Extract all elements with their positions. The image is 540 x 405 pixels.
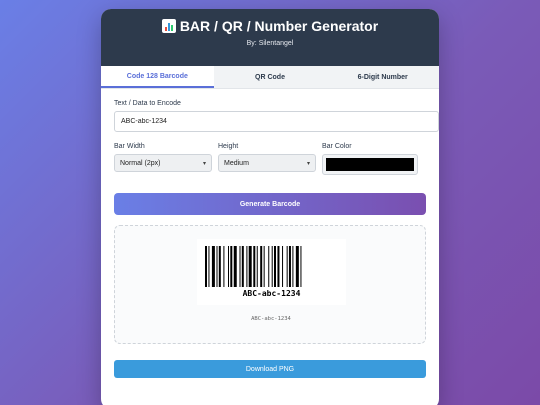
bar-width-label: Bar Width [114,143,145,150]
barcode-bar [228,246,229,287]
barcode-image: ABC-abc-1234 [197,239,346,305]
barcode-bar [208,246,210,287]
barcode-bar [211,246,215,287]
bar-width-group: Bar Width Normal (2px) ▾ [114,143,218,175]
barcode-bar [253,246,256,287]
bar-chart-icon [161,19,176,33]
generate-barcode-button[interactable]: Generate Barcode [114,193,426,215]
barcode-bar [239,246,241,287]
download-png-button[interactable]: Download PNG [114,360,426,378]
barcode-bar [274,246,276,287]
barcode-bar [282,246,284,287]
options-row: Bar Width Normal (2px) ▾ Height Medium ▾… [114,143,426,175]
barcode-text: ABC-abc-1234 [242,289,301,298]
tab-6-digit-number[interactable]: 6-Digit Number [326,66,439,88]
barcode-bar [205,246,207,287]
bar-color-label: Bar Color [322,143,352,150]
barcode-bar [300,246,302,287]
barcode-preview: ABC-abc-1234 ABC-abc-1234 [114,225,426,344]
barcode-bar [268,246,270,287]
tab-qr-code[interactable]: QR Code [214,66,327,88]
barcode-bar [288,246,291,287]
barcode-bar [256,246,258,287]
barcode-bar [230,246,233,287]
bar-width-select[interactable]: Normal (2px) ▾ [114,154,212,172]
barcode-bar [277,246,280,287]
bar-color-group: Bar Color [322,143,426,175]
bar-color-picker[interactable] [322,154,418,175]
tab-code128[interactable]: Code 128 Barcode [101,66,214,88]
height-value: Medium [224,159,249,167]
barcode-bar [295,246,299,287]
barcode-bars [205,246,302,287]
text-input[interactable] [114,111,439,132]
byline: By: Silentangel [246,40,294,47]
generator-card: BAR / QR / Number Generator By: Silentan… [101,9,439,405]
barcode-bar [260,246,263,287]
barcode-bar [248,246,252,287]
barcode-bar [216,246,218,287]
chevron-down-icon: ▾ [202,160,206,167]
bar-color-swatch [326,158,414,171]
app-header: BAR / QR / Number Generator By: Silentan… [101,9,439,66]
barcode-bar [218,246,221,287]
barcode-bar [223,246,225,287]
chevron-down-icon: ▾ [306,160,310,167]
barcode-bar [241,246,244,287]
height-select[interactable]: Medium ▾ [218,154,316,172]
app-title-text: BAR / QR / Number Generator [179,18,379,34]
text-label: Text / Data to Encode [114,100,181,107]
height-group: Height Medium ▾ [218,143,322,175]
barcode-bar [246,246,248,287]
tab-bar: Code 128 Barcode QR Code 6-Digit Number [101,66,439,89]
height-label: Height [218,143,239,150]
bar-width-value: Normal (2px) [120,159,161,167]
barcode-bar [271,246,273,287]
form-body: Text / Data to Encode Bar Width Normal (… [101,89,439,378]
barcode-bar [286,246,288,287]
barcode-bar [233,246,237,287]
barcode-caption: ABC-abc-1234 [251,316,291,322]
app-title: BAR / QR / Number Generator [101,18,439,34]
barcode-bar [292,246,294,287]
barcode-bar [263,246,265,287]
